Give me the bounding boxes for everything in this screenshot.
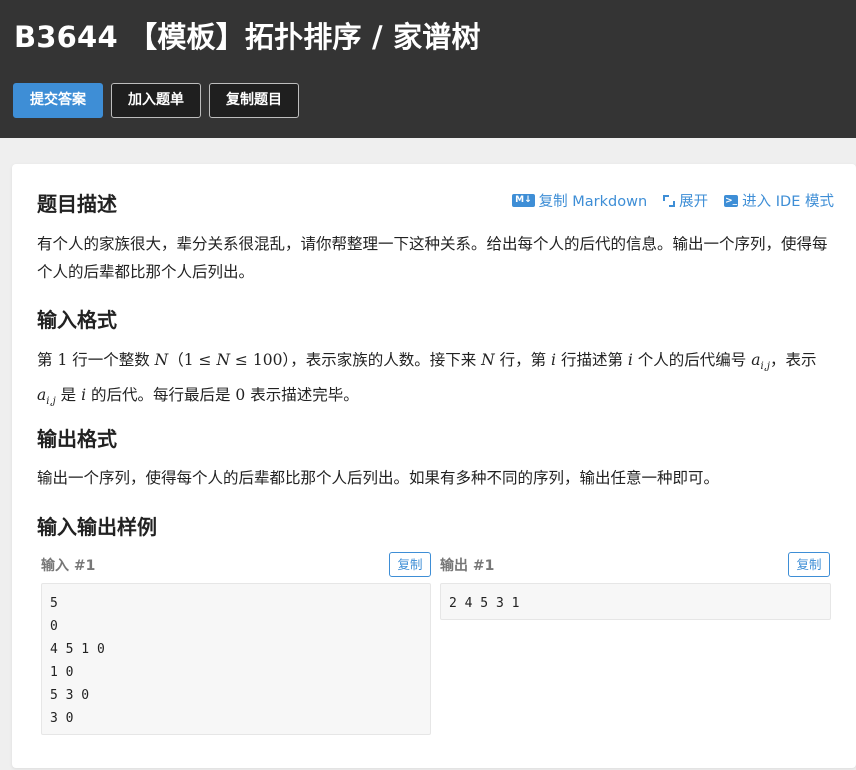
header: B3644 【模板】拓扑排序 / 家谱树 提交答案 加入题单 复制题目 [0,0,856,138]
description-text: 有个人的家族很大，辈分关系很混乱，请你帮整理一下这种关系。给出每个人的后代的信息… [37,235,828,281]
samples-title: 输入输出样例 [37,515,157,539]
output-format-title: 输出格式 [37,427,117,451]
expand-icon [663,194,676,207]
copy-output-button[interactable]: 复制 [788,552,830,577]
action-buttons: 提交答案 加入题单 复制题目 [13,83,299,118]
output-format-text: 输出一个序列，使得每个人的后辈都比那个人后列出。如果有多种不同的序列，输出任意一… [37,469,720,487]
problem-toolbar: M↓ 复制 Markdown 展开 >_ 进入 IDE 模式 [512,190,834,211]
add-to-list-button[interactable]: 加入题单 [111,83,201,118]
terminal-icon: >_ [724,194,739,207]
page-title: B3644 【模板】拓扑排序 / 家谱树 [14,20,481,54]
markdown-icon: M↓ [512,194,535,207]
submit-answer-button[interactable]: 提交答案 [13,83,103,118]
sample-input-label: 输入 #1 [41,558,96,574]
sample-output-box: 2 4 5 3 1 [440,583,831,620]
copy-problem-button[interactable]: 复制题目 [209,83,299,118]
expand-label: 展开 [679,194,709,210]
sample-output-label: 输出 #1 [440,558,495,574]
copy-markdown-label: 复制 Markdown [538,194,648,210]
copy-markdown-link[interactable]: M↓ 复制 Markdown [512,190,647,211]
ide-mode-label: 进入 IDE 模式 [742,194,834,210]
description-title: 题目描述 [37,192,117,216]
sample-input-box: 5 0 4 5 1 0 1 0 5 3 0 3 0 [41,583,431,735]
input-format-title: 输入格式 [37,308,117,332]
copy-input-button[interactable]: 复制 [389,552,431,577]
ide-mode-link[interactable]: >_ 进入 IDE 模式 [724,190,834,211]
problem-card: 题目描述 M↓ 复制 Markdown 展开 >_ 进入 IDE 模式 有个人的… [12,164,856,768]
expand-link[interactable]: 展开 [663,190,708,211]
input-format-text: 第 1 行一个整数 N（1 ≤ N ≤ 100），表示家族的人数。接下来 N 行… [37,351,817,408]
